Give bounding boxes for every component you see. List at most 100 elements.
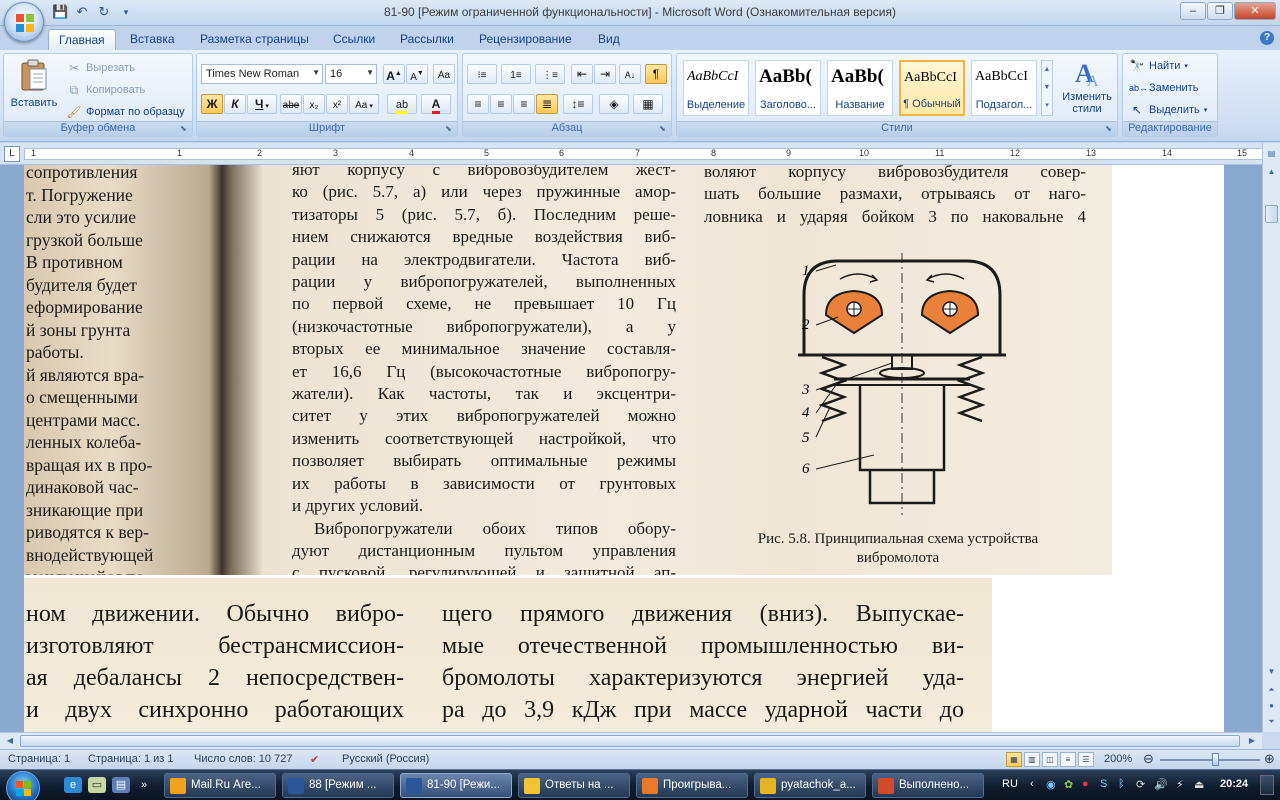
clipboard-launcher-icon[interactable]: ⬊ (180, 124, 190, 134)
paste-button[interactable]: Вставить (8, 58, 60, 122)
show-desktop-button[interactable] (1260, 775, 1274, 795)
font-name-combo[interactable]: Times New Roman ▼ (201, 64, 323, 84)
ie-icon[interactable]: e (64, 777, 82, 793)
quicklaunch-more-icon[interactable]: » (138, 777, 150, 793)
tab-review[interactable]: Рецензирование (469, 29, 582, 50)
line-spacing-button[interactable]: ↕≡ (563, 94, 593, 114)
subscript-button[interactable]: x₂ (303, 94, 325, 114)
grow-font-button[interactable]: A▲ (383, 64, 405, 84)
font-size-combo[interactable]: 16 ▼ (325, 64, 377, 84)
italic-button[interactable]: К (224, 94, 246, 114)
underline-button[interactable]: Ч ▾ (247, 94, 277, 114)
highlight-button[interactable]: ab (387, 94, 417, 114)
select-button[interactable]: ↖ Выделить ▾ (1129, 102, 1207, 118)
help-icon[interactable]: ? (1260, 31, 1274, 45)
scanned-page-image[interactable]: сопротивления т. Погружение сли это усил… (24, 165, 1112, 575)
ruler-toggle-icon[interactable]: ▤ (1265, 147, 1278, 160)
office-button[interactable] (4, 2, 44, 42)
taskbar-item-word-81-90[interactable]: 81-90 [Режи... (400, 773, 512, 798)
align-left-button[interactable]: ≡ (467, 94, 489, 114)
document-page[interactable]: сопротивления т. Погружение сли это усил… (24, 165, 1224, 732)
scroll-right-icon[interactable]: ▶ (1245, 735, 1259, 747)
change-case-button[interactable]: Aa ▾ (349, 94, 379, 114)
bullets-button[interactable]: ⁝≡ (467, 64, 497, 84)
switch-windows-icon[interactable]: ▤ (112, 777, 130, 793)
multilevel-list-button[interactable]: ⋮≡ (535, 64, 565, 84)
tab-home[interactable]: Главная (48, 29, 116, 50)
vertical-scrollbar[interactable]: ▤ ▲ ▼ ⏶ ● ⏷ (1262, 143, 1280, 732)
proofing-icon[interactable]: ✔ (310, 753, 319, 766)
draft-view-icon[interactable]: ☰ (1078, 752, 1094, 767)
styles-scroll[interactable]: ▲ ▼ ▾ (1041, 60, 1053, 116)
style-subtitle[interactable]: AaBbCcI Подзагол... (971, 60, 1037, 116)
font-color-button[interactable]: A (421, 94, 451, 114)
clock[interactable]: 20:24 (1220, 778, 1248, 790)
skype-icon[interactable]: S (1100, 778, 1107, 790)
minimize-button[interactable]: – (1180, 2, 1206, 20)
status-language[interactable]: Русский (Россия) (342, 753, 429, 765)
web-layout-icon[interactable]: ◫ (1042, 752, 1058, 767)
zoom-slider-knob[interactable] (1212, 753, 1219, 766)
next-page-icon[interactable]: ⏷ (1265, 715, 1278, 728)
browse-object-icon[interactable]: ● (1265, 699, 1278, 712)
zoom-slider-track[interactable] (1160, 759, 1260, 761)
bold-button[interactable]: Ж (201, 94, 223, 114)
close-button[interactable]: ✕ (1234, 2, 1276, 20)
taskbar-item-done[interactable]: Выполнено... (872, 773, 984, 798)
style-heading[interactable]: AaBb( Заголово... (755, 60, 821, 116)
outline-view-icon[interactable]: ≡ (1060, 752, 1076, 767)
justify-button[interactable]: ≣ (536, 94, 558, 114)
bluetooth-icon[interactable]: ᛒ (1118, 778, 1125, 790)
icq-icon[interactable]: ✿ (1064, 778, 1073, 791)
language-indicator[interactable]: RU (1002, 778, 1018, 790)
copy-button[interactable]: ⧉ Копировать (66, 82, 146, 98)
tab-insert[interactable]: Вставка (120, 29, 185, 50)
start-button[interactable] (6, 771, 40, 800)
font-launcher-icon[interactable]: ⬊ (445, 124, 455, 134)
style-emphasis[interactable]: AaBbCcI Выделение (683, 60, 749, 116)
taskbar-item-pyatachok[interactable]: pyatachok_a... (754, 773, 866, 798)
horizontal-scrollbar[interactable]: ◀ ▶ (0, 732, 1262, 749)
document-area[interactable]: сопротивления т. Погружение сли это усил… (0, 165, 1262, 732)
full-screen-reading-icon[interactable]: ▥ (1024, 752, 1040, 767)
scanned-page-image-2[interactable]: ном движении. Обычно вибро- изготовляют … (24, 578, 992, 732)
volume-icon[interactable]: 🔊 (1154, 778, 1168, 791)
superscript-button[interactable]: x² (326, 94, 348, 114)
zoom-level[interactable]: 200% (1104, 753, 1132, 765)
power-icon[interactable]: ⚡ (1176, 778, 1184, 791)
scroll-left-icon[interactable]: ◀ (3, 735, 17, 747)
show-desktop-icon[interactable]: ▭ (88, 777, 106, 793)
strikethrough-button[interactable]: abe (280, 94, 302, 114)
replace-button[interactable]: ab↔ Заменить (1129, 80, 1198, 96)
paragraph-launcher-icon[interactable]: ⬊ (659, 124, 669, 134)
style-title[interactable]: AaBb( Название (827, 60, 893, 116)
shrink-font-button[interactable]: A▼ (406, 64, 428, 84)
tray-expand-icon[interactable]: ‹ (1030, 778, 1034, 790)
sort-button[interactable]: A↓ (619, 64, 641, 84)
shading-button[interactable]: ◈ (599, 94, 629, 114)
tab-page-layout[interactable]: Разметка страницы (190, 29, 319, 50)
clear-formatting-button[interactable]: Aa (433, 64, 455, 84)
taskbar-item-answers[interactable]: Ответы на ... (518, 773, 630, 798)
scroll-up-icon[interactable]: ▲ (1265, 165, 1278, 178)
network-icon[interactable]: ◉ (1046, 778, 1056, 791)
taskbar-item-mail[interactable]: Mail.Ru Аге... (164, 773, 276, 798)
style-normal[interactable]: AaBbCcI ¶ Обычный (899, 60, 965, 116)
tab-mailings[interactable]: Рассылки (390, 29, 464, 50)
align-center-button[interactable]: ≡ (490, 94, 512, 114)
previous-page-icon[interactable]: ⏶ (1265, 683, 1278, 696)
styles-launcher-icon[interactable]: ⬊ (1105, 124, 1115, 134)
tab-selector-button[interactable]: L (4, 146, 20, 162)
show-marks-button[interactable]: ¶ (645, 64, 667, 84)
cut-button[interactable]: ✂ Вырезать (66, 60, 135, 76)
sync-icon[interactable]: ⟳ (1136, 778, 1145, 791)
status-page-count[interactable]: Страница: 1 из 1 (88, 753, 174, 765)
format-painter-button[interactable]: 🖌 Формат по образцу (66, 104, 184, 120)
status-word-count[interactable]: Число слов: 10 727 (194, 753, 292, 765)
tab-references[interactable]: Ссылки (323, 29, 385, 50)
decrease-indent-button[interactable]: ⇤ (571, 64, 593, 84)
ruler-scale[interactable]: 1 1 2 3 4 5 6 7 8 9 10 11 12 13 14 15 (24, 148, 1264, 160)
print-layout-view-icon[interactable]: ▦ (1006, 752, 1022, 767)
find-button[interactable]: 🔭 Найти ▾ (1129, 58, 1188, 74)
increase-indent-button[interactable]: ⇥ (594, 64, 616, 84)
